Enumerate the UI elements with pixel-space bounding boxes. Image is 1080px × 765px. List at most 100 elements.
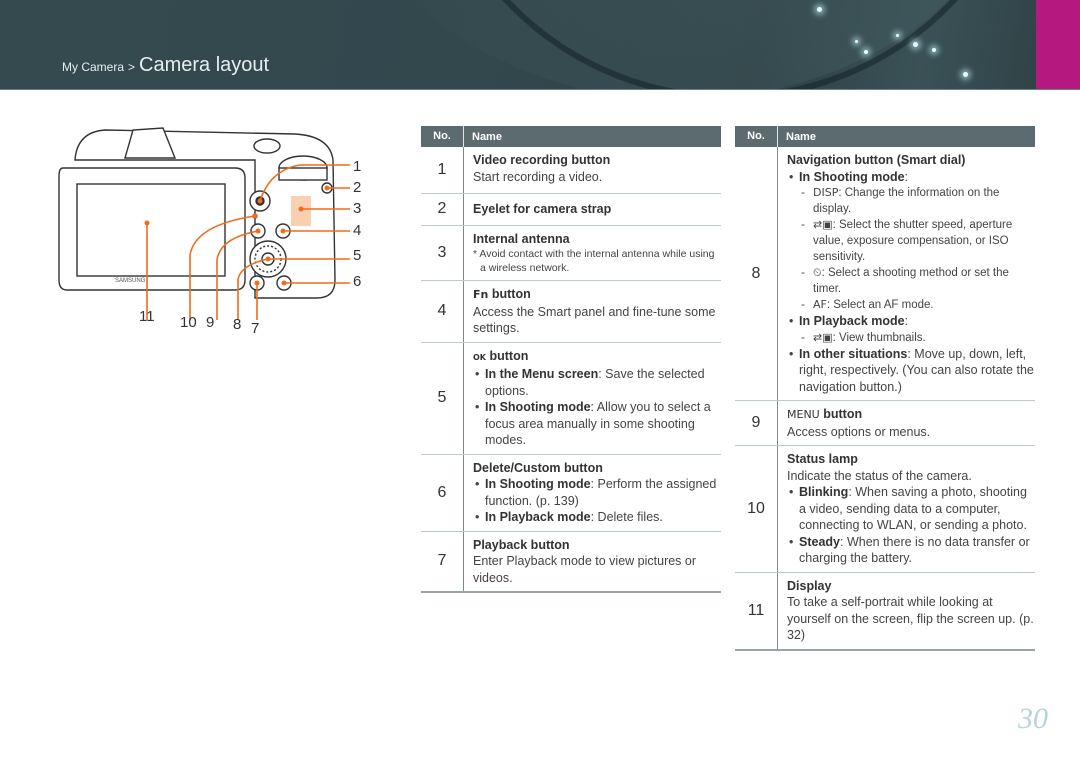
table-row: 11 Display To take a self-portrait while… (735, 572, 1035, 649)
bullet-item: In other situations: Move up, down, left… (787, 346, 1035, 396)
part-name: Video recording button (473, 153, 611, 167)
column-header-no: No. (421, 126, 464, 147)
sparkle-icon (913, 42, 918, 47)
dash-item: ⇄▣: Select the shutter speed, aperture v… (799, 217, 1035, 265)
page-title: Camera layout (139, 54, 270, 76)
part-description: To take a self-portrait while looking at… (787, 595, 1034, 642)
sparkle-icon (817, 7, 822, 12)
bullet-item: In Shooting mode: Perform the assigned f… (473, 476, 721, 509)
column-header-name: Name (786, 130, 816, 143)
bullet-item: In Playback mode: Delete files. (473, 509, 721, 526)
breadcrumb: My Camera > Camera layout (62, 54, 269, 77)
row-number: 9 (735, 401, 778, 445)
row-number: 7 (421, 531, 464, 591)
part-name: Eyelet for camera strap (473, 202, 612, 216)
dash-item: ⏲: Select a shooting method or set the t… (799, 265, 1035, 297)
callout-5: 5 (353, 247, 362, 264)
table-row: 9 MENU button Access options or menus. (735, 401, 1035, 446)
row-number: 3 (421, 225, 464, 280)
row-number: 11 (735, 572, 778, 649)
part-name: Delete/Custom button (473, 460, 603, 475)
part-description: Enter Playback mode to view pictures or … (473, 554, 697, 585)
menu-icon: MENU (787, 408, 820, 421)
chapter-tab[interactable] (1036, 0, 1080, 89)
disp-icon: DISP (813, 186, 839, 199)
part-name: Internal antenna (473, 231, 570, 246)
table-header: No. Name (735, 126, 1035, 147)
exposure-icon: ⇄▣ (813, 218, 833, 231)
callout-6: 6 (353, 273, 362, 290)
bullet-item: Steady: When there is no data transfer o… (787, 534, 1035, 567)
bullet-item: In the Menu screen: Save the selected op… (473, 366, 721, 399)
sparkle-icon (963, 72, 968, 77)
callout-4: 4 (353, 222, 362, 239)
part-note: * Avoid contact with the internal antenn… (473, 248, 715, 274)
callout-1: 1 (353, 158, 362, 175)
callout-10: 10 (180, 314, 197, 331)
ok-icon: OK (473, 352, 486, 362)
table-row: 10 Status lamp Indicate the status of th… (735, 446, 1035, 573)
breadcrumb-separator: > (128, 60, 136, 74)
part-name: Navigation button (Smart dial) (787, 153, 966, 167)
callout-2: 2 (353, 179, 362, 196)
column-header-no: No. (735, 126, 778, 147)
part-name: Playback button (473, 537, 570, 552)
parts-table-right: No. Name 8 Navigation button (Smart dial… (735, 126, 1035, 651)
row-number: 1 (421, 147, 464, 193)
mode-dial-top (253, 138, 281, 154)
page-header: My Camera > Camera layout (0, 0, 1080, 90)
dash-item: DISP: Change the information on the disp… (799, 185, 1035, 217)
part-description: Access options or menus. (787, 424, 931, 439)
table-row: 1 Video recording button Start recording… (421, 147, 721, 194)
bullet-item: In Playback mode: ⇄▣: View thumbnails. (787, 313, 1035, 346)
table-row: 6 Delete/Custom button In Shooting mode:… (421, 454, 721, 532)
bullet-item: In Shooting mode: DISP: Change the infor… (787, 169, 1035, 314)
column-header-name: Name (472, 130, 502, 143)
page-number: 30 (1018, 702, 1048, 735)
table-row: 7 Playback button Enter Playback mode to… (421, 531, 721, 591)
sparkle-icon (855, 40, 858, 43)
camera-illustration: SAMSUNG 1 2 3 4 5 6 7 8 9 10 11 (55, 120, 375, 340)
bullet-item: In Shooting mode: Allow you to select a … (473, 399, 721, 449)
callout-3: 3 (353, 200, 362, 217)
part-description: Start recording a video. (473, 169, 603, 184)
brand-label: SAMSUNG (115, 278, 146, 284)
table-row: 3 Internal antenna * Avoid contact with … (421, 225, 721, 281)
timer-icon: ⏲ (813, 266, 822, 279)
table-row: 8 Navigation button (Smart dial) In Shoo… (735, 147, 1035, 401)
callout-9: 9 (206, 314, 215, 331)
callout-11: 11 (139, 308, 155, 325)
af-icon: AF (813, 298, 827, 311)
row-number: 4 (421, 281, 464, 342)
thumbnail-icon: ⇄▣ (813, 330, 833, 344)
camera-back-diagram: SAMSUNG (58, 127, 350, 320)
table-row: 4 Fn button Access the Smart panel and f… (421, 281, 721, 343)
table-header: No. Name (421, 126, 721, 147)
part-name: Display (787, 578, 832, 593)
parts-table-left: No. Name 1 Video recording button Start … (421, 126, 721, 593)
part-name: button (491, 287, 531, 301)
table-row: 2 Eyelet for camera strap (421, 194, 721, 226)
dash-item: ⇄▣: View thumbnails. (799, 330, 1035, 346)
lcd-screen (76, 183, 226, 277)
sparkle-icon (932, 48, 936, 52)
sparkle-icon (864, 50, 868, 54)
sparkle-icon (896, 34, 899, 37)
part-name: button (489, 348, 529, 363)
part-name: button (823, 407, 863, 421)
callout-7: 7 (251, 320, 260, 337)
callout-8: 8 (233, 316, 242, 333)
row-number: 8 (735, 147, 778, 400)
part-description: Indicate the status of the camera. (787, 468, 972, 483)
part-name: Status lamp (787, 452, 858, 466)
row-number: 2 (421, 194, 464, 225)
fn-icon: Fn (473, 288, 489, 301)
row-number: 5 (421, 342, 464, 454)
part-description: Access the Smart panel and fine-tune som… (473, 304, 716, 336)
dash-item: AF: Select an AF mode. (799, 297, 1035, 313)
bullet-item: Blinking: When saving a photo, shooting … (787, 484, 1035, 534)
table-row: 5 OK button In the Menu screen: Save the… (421, 342, 721, 455)
row-number: 6 (421, 454, 464, 531)
row-number: 10 (735, 446, 778, 572)
breadcrumb-parent[interactable]: My Camera (62, 60, 124, 74)
